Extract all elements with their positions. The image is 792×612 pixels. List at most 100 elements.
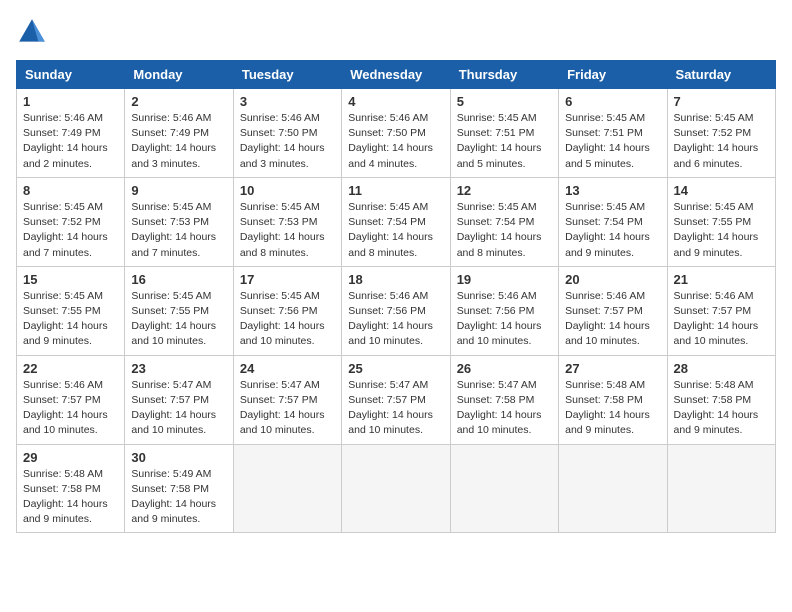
day-info: Sunrise: 5:47 AMSunset: 7:57 PMDaylight:… [348, 378, 443, 439]
day-number: 3 [240, 94, 335, 109]
day-info: Sunrise: 5:45 AMSunset: 7:54 PMDaylight:… [348, 200, 443, 261]
day-number: 11 [348, 183, 443, 198]
col-header-monday: Monday [125, 61, 233, 89]
calendar-cell: 8Sunrise: 5:45 AMSunset: 7:52 PMDaylight… [17, 177, 125, 266]
day-info: Sunrise: 5:47 AMSunset: 7:57 PMDaylight:… [240, 378, 335, 439]
day-info: Sunrise: 5:47 AMSunset: 7:58 PMDaylight:… [457, 378, 552, 439]
day-info: Sunrise: 5:45 AMSunset: 7:51 PMDaylight:… [457, 111, 552, 172]
day-info: Sunrise: 5:45 AMSunset: 7:55 PMDaylight:… [674, 200, 769, 261]
calendar-cell: 25 Sunrise: 5:47 AMSunset: 7:57 PMDayligh… [342, 355, 450, 444]
day-number: 16 [131, 272, 226, 287]
day-number: 8 [23, 183, 118, 198]
day-number: 5 [457, 94, 552, 109]
col-header-sunday: Sunday [17, 61, 125, 89]
day-info: Sunrise: 5:45 AMSunset: 7:52 PMDaylight:… [674, 111, 769, 172]
calendar-cell: 18 Sunrise: 5:46 AMSunset: 7:56 PMDayligh… [342, 266, 450, 355]
day-info: Sunrise: 5:45 AMSunset: 7:54 PMDaylight:… [457, 200, 552, 261]
calendar-cell [667, 444, 775, 533]
day-number: 18 [348, 272, 443, 287]
calendar-cell: 3 Sunrise: 5:46 AMSunset: 7:50 PMDaylight… [233, 89, 341, 178]
day-number: 20 [565, 272, 660, 287]
calendar-cell [342, 444, 450, 533]
day-info: Sunrise: 5:45 AMSunset: 7:55 PMDaylight:… [23, 289, 118, 350]
day-info: Sunrise: 5:48 AMSunset: 7:58 PMDaylight:… [23, 467, 118, 528]
day-info: Sunrise: 5:45 AMSunset: 7:55 PMDaylight:… [131, 289, 226, 350]
calendar-cell: 10 Sunrise: 5:45 AMSunset: 7:53 PMDayligh… [233, 177, 341, 266]
calendar-cell: 16 Sunrise: 5:45 AMSunset: 7:55 PMDayligh… [125, 266, 233, 355]
calendar-week-3: 15Sunrise: 5:45 AMSunset: 7:55 PMDayligh… [17, 266, 776, 355]
day-number: 30 [131, 450, 226, 465]
day-info: Sunrise: 5:46 AMSunset: 7:50 PMDaylight:… [240, 111, 335, 172]
calendar-cell: 9 Sunrise: 5:45 AMSunset: 7:53 PMDaylight… [125, 177, 233, 266]
calendar-cell: 21 Sunrise: 5:46 AMSunset: 7:57 PMDayligh… [667, 266, 775, 355]
day-info: Sunrise: 5:46 AMSunset: 7:57 PMDaylight:… [674, 289, 769, 350]
day-number: 9 [131, 183, 226, 198]
calendar-cell: 11 Sunrise: 5:45 AMSunset: 7:54 PMDayligh… [342, 177, 450, 266]
logo-icon [16, 16, 48, 48]
day-number: 14 [674, 183, 769, 198]
day-number: 2 [131, 94, 226, 109]
calendar-cell [233, 444, 341, 533]
col-header-friday: Friday [559, 61, 667, 89]
day-info: Sunrise: 5:45 AMSunset: 7:51 PMDaylight:… [565, 111, 660, 172]
day-number: 17 [240, 272, 335, 287]
calendar-cell: 17 Sunrise: 5:45 AMSunset: 7:56 PMDayligh… [233, 266, 341, 355]
col-header-tuesday: Tuesday [233, 61, 341, 89]
col-header-wednesday: Wednesday [342, 61, 450, 89]
day-number: 13 [565, 183, 660, 198]
day-number: 25 [348, 361, 443, 376]
calendar-cell: 1Sunrise: 5:46 AMSunset: 7:49 PMDaylight… [17, 89, 125, 178]
day-info: Sunrise: 5:46 AMSunset: 7:50 PMDaylight:… [348, 111, 443, 172]
calendar-week-1: 1 Sunrise: 5:46 AMSunset: 7:49 PMDaylight… [17, 89, 776, 178]
calendar-cell: 29 Sunrise: 5:48 AMSunset: 7:58 PMDayligh… [17, 444, 125, 533]
logo [16, 16, 52, 48]
day-number: 10 [240, 183, 335, 198]
day-info: Sunrise: 5:45 AMSunset: 7:53 PMDaylight:… [131, 200, 226, 261]
day-info: Sunrise: 5:48 AMSunset: 7:58 PMDaylight:… [565, 378, 660, 439]
day-number: 1 [23, 94, 118, 109]
calendar-cell: 15Sunrise: 5:45 AMSunset: 7:55 PMDayligh… [17, 266, 125, 355]
calendar-cell: 14 Sunrise: 5:45 AMSunset: 7:55 PMDayligh… [667, 177, 775, 266]
day-number: 22 [23, 361, 118, 376]
col-header-thursday: Thursday [450, 61, 558, 89]
day-number: 28 [674, 361, 769, 376]
day-info: Sunrise: 5:46 AMSunset: 7:49 PMDaylight:… [131, 111, 226, 172]
day-number: 29 [23, 450, 118, 465]
calendar-cell: 19Sunrise: 5:46 AMSunset: 7:56 PMDayligh… [450, 266, 558, 355]
calendar-cell: 24 Sunrise: 5:47 AMSunset: 7:57 PMDayligh… [233, 355, 341, 444]
calendar-week-5: 29 Sunrise: 5:48 AMSunset: 7:58 PMDayligh… [17, 444, 776, 533]
day-number: 12 [457, 183, 552, 198]
calendar-cell: 27 Sunrise: 5:48 AMSunset: 7:58 PMDayligh… [559, 355, 667, 444]
day-info: Sunrise: 5:45 AMSunset: 7:56 PMDaylight:… [240, 289, 335, 350]
day-info: Sunrise: 5:45 AMSunset: 7:53 PMDaylight:… [240, 200, 335, 261]
calendar-cell [559, 444, 667, 533]
calendar-week-4: 22 Sunrise: 5:46 AMSunset: 7:57 PMDayligh… [17, 355, 776, 444]
day-number: 24 [240, 361, 335, 376]
day-info: Sunrise: 5:46 AMSunset: 7:57 PMDaylight:… [23, 378, 118, 439]
calendar-table: SundayMondayTuesdayWednesdayThursdayFrid… [16, 60, 776, 533]
day-number: 23 [131, 361, 226, 376]
calendar-week-2: 8Sunrise: 5:45 AMSunset: 7:52 PMDaylight… [17, 177, 776, 266]
calendar-cell: 13 Sunrise: 5:45 AMSunset: 7:54 PMDayligh… [559, 177, 667, 266]
calendar-header-row: SundayMondayTuesdayWednesdayThursdayFrid… [17, 61, 776, 89]
calendar-cell: 22 Sunrise: 5:46 AMSunset: 7:57 PMDayligh… [17, 355, 125, 444]
day-number: 21 [674, 272, 769, 287]
calendar-cell: 30 Sunrise: 5:49 AMSunset: 7:58 PMDayligh… [125, 444, 233, 533]
calendar-cell [450, 444, 558, 533]
calendar-cell: 12 Sunrise: 5:45 AMSunset: 7:54 PMDayligh… [450, 177, 558, 266]
day-info: Sunrise: 5:49 AMSunset: 7:58 PMDaylight:… [131, 467, 226, 528]
day-number: 7 [674, 94, 769, 109]
day-info: Sunrise: 5:47 AMSunset: 7:57 PMDaylight:… [131, 378, 226, 439]
calendar-cell: 26 Sunrise: 5:47 AMSunset: 7:58 PMDayligh… [450, 355, 558, 444]
calendar-cell: 5 Sunrise: 5:45 AMSunset: 7:51 PMDaylight… [450, 89, 558, 178]
day-number: 27 [565, 361, 660, 376]
day-info: Sunrise: 5:46 AMSunset: 7:56 PMDaylight:… [348, 289, 443, 350]
day-info: Sunrise: 5:45 AMSunset: 7:54 PMDaylight:… [565, 200, 660, 261]
calendar-cell: 23 Sunrise: 5:47 AMSunset: 7:57 PMDayligh… [125, 355, 233, 444]
calendar-cell: 2 Sunrise: 5:46 AMSunset: 7:49 PMDaylight… [125, 89, 233, 178]
day-info: Sunrise: 5:46 AMSunset: 7:56 PMDaylight:… [457, 289, 552, 350]
col-header-saturday: Saturday [667, 61, 775, 89]
day-number: 6 [565, 94, 660, 109]
calendar-cell: 20Sunrise: 5:46 AMSunset: 7:57 PMDayligh… [559, 266, 667, 355]
day-number: 26 [457, 361, 552, 376]
